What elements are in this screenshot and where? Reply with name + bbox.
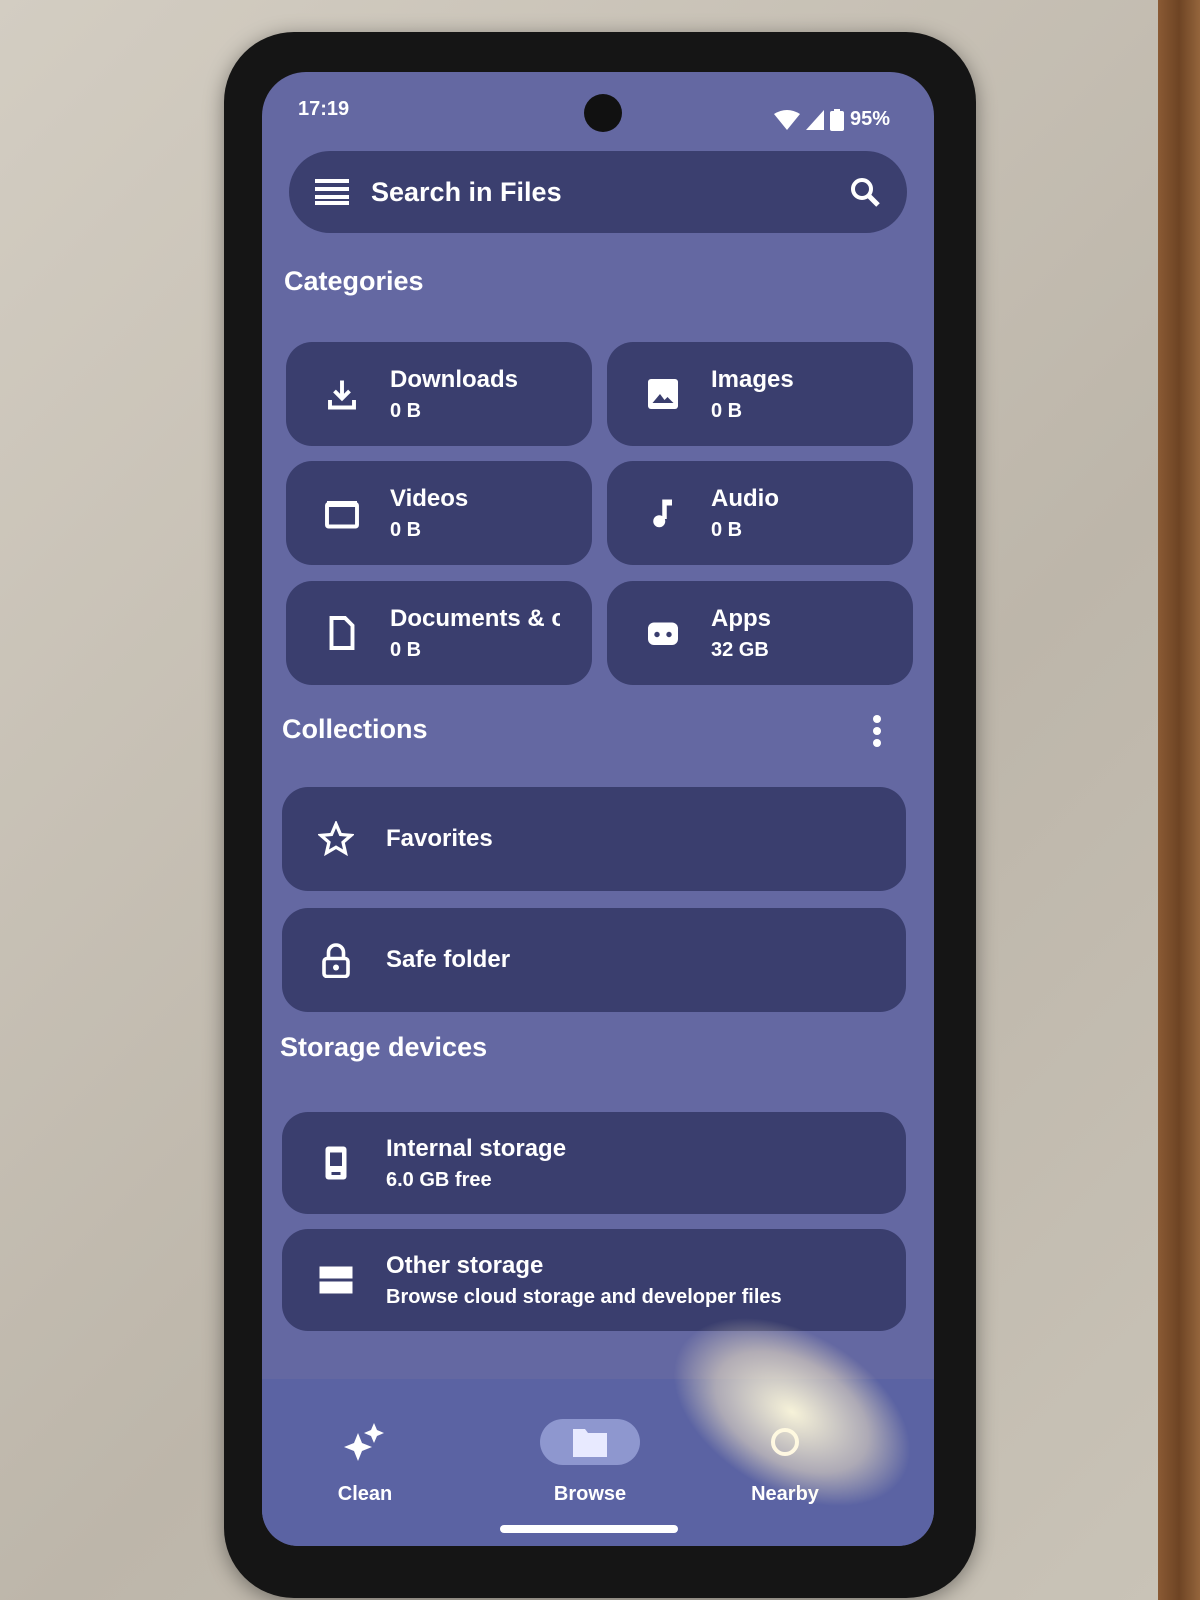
status-time: 17:19 [298,98,350,120]
categories-heading: Categories [284,266,424,296]
lock-icon [322,943,350,978]
sparkle-icon [344,1423,384,1461]
background-wood [1158,0,1200,1600]
nav-browse-label: Browse [553,1483,627,1505]
star-icon [318,821,354,857]
category-downloads[interactable]: Downloads 0 B [286,342,592,446]
status-icons: 95% [773,108,890,131]
category-size: 0 B [390,399,422,422]
download-icon [328,380,356,410]
category-size: 0 B [711,399,743,422]
storage-internal[interactable]: Internal storage 6.0 GB free [282,1112,906,1214]
front-camera [584,94,622,132]
category-label: Images [711,365,794,393]
internal-storage-free: 6.0 GB free [386,1168,492,1191]
category-size: 0 B [390,518,422,541]
nav-clean-label: Clean [337,1483,393,1505]
internal-storage-label: Internal storage [386,1134,567,1162]
folder-icon [573,1429,607,1457]
collection-safe-folder[interactable]: Safe folder [282,908,906,1012]
category-videos[interactable]: Videos 0 B [286,461,592,565]
collection-favorites[interactable]: Favorites [282,787,906,891]
image-icon [648,379,678,409]
nav-browse[interactable]: Browse [520,1419,660,1506]
category-label: Apps [711,604,771,632]
menu-icon[interactable] [315,179,349,205]
category-size: 0 B [711,518,743,541]
phone-icon [325,1146,347,1180]
android-icon [648,622,678,645]
phone-screen: 17:19 95% Search in Files Categories Dow… [262,72,934,1546]
video-icon [325,501,359,529]
category-documents[interactable]: Documents & o 0 B [286,581,592,685]
category-label: Downloads [390,365,519,393]
music-note-icon [653,499,672,528]
more-options-icon[interactable] [872,714,882,748]
category-size: 32 GB [711,638,769,661]
collections-heading: Collections [282,714,428,744]
category-label: Documents & o [390,604,560,632]
category-label: Videos [390,484,469,512]
favorites-label: Favorites [386,825,493,852]
battery-percent: 95% [849,108,890,130]
storage-other[interactable]: Other storage Browse cloud storage and de… [282,1229,906,1331]
search-bar[interactable]: Search in Files [289,151,907,233]
battery-icon [829,108,844,131]
signal-icon [805,109,824,130]
safe-folder-label: Safe folder [386,946,511,973]
home-indicator[interactable] [500,1525,678,1533]
search-icon[interactable] [849,176,881,208]
category-apps[interactable]: Apps 32 GB [607,581,913,685]
wifi-icon [773,109,800,130]
category-label: Audio [711,484,779,512]
nav-clean[interactable]: Clean [295,1419,435,1506]
storage-icon [319,1266,353,1294]
document-icon [329,616,355,650]
category-size: 0 B [390,638,422,661]
storage-devices-heading: Storage devices [280,1032,488,1062]
other-storage-label: Other storage [386,1251,544,1279]
category-images[interactable]: Images 0 B [607,342,913,446]
search-input[interactable]: Search in Files [371,177,849,208]
category-audio[interactable]: Audio 0 B [607,461,913,565]
